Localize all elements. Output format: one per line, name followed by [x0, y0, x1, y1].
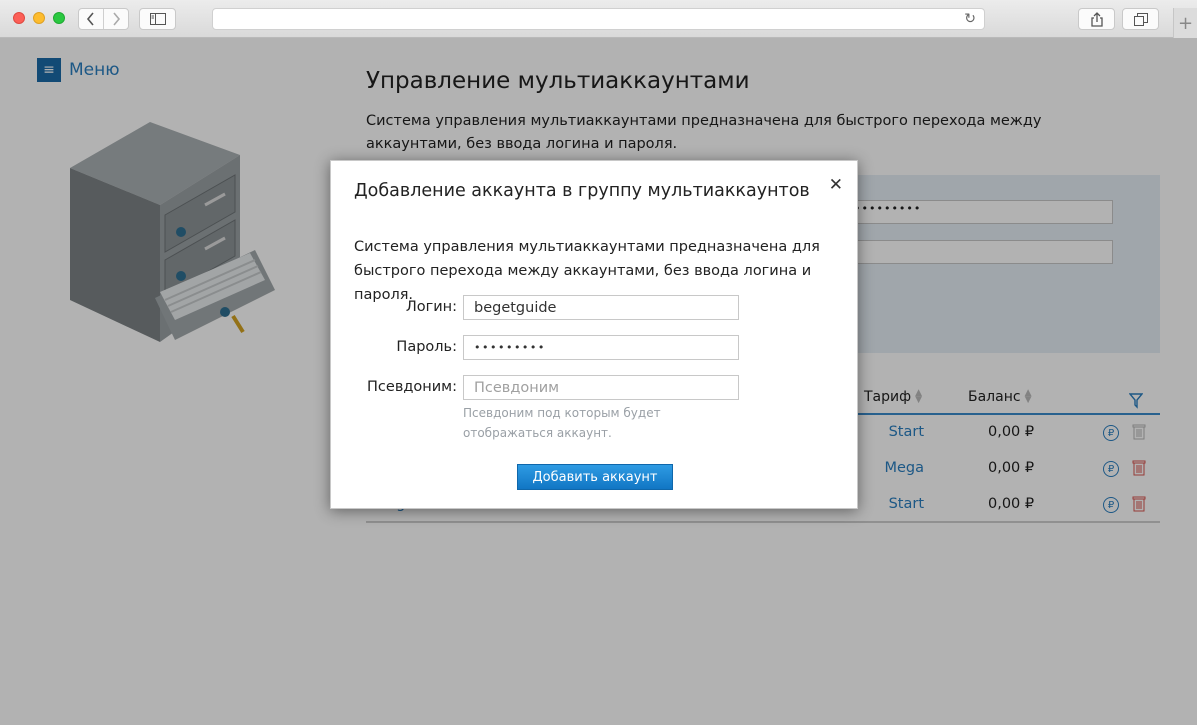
alias-label: Псевдоним: [367, 379, 457, 395]
share-icon [1090, 11, 1103, 27]
share-button[interactable] [1078, 8, 1115, 30]
browser-toolbar: ↻ + [0, 0, 1197, 38]
forward-button[interactable] [103, 9, 128, 29]
tabs-overview-button[interactable] [1122, 8, 1159, 30]
chevron-right-icon [113, 12, 121, 26]
tabs-icon [1133, 12, 1148, 26]
close-icon[interactable]: ✕ [829, 175, 843, 195]
chevron-left-icon [86, 12, 94, 26]
password-label: Пароль: [396, 339, 457, 355]
add-account-button[interactable]: Добавить аккаунт [517, 464, 673, 490]
new-tab-button[interactable]: + [1173, 8, 1197, 38]
sidebar-icon [149, 13, 166, 25]
close-window-button[interactable] [13, 12, 25, 24]
back-button[interactable] [79, 9, 103, 29]
minimize-window-button[interactable] [33, 12, 45, 24]
alias-hint: Псевдоним под которым будет отображаться… [463, 406, 661, 440]
alias-field[interactable] [463, 375, 739, 400]
login-field[interactable] [463, 295, 739, 320]
password-field[interactable] [463, 335, 739, 360]
add-account-modal: Добавление аккаунта в группу мультиаккау… [330, 160, 858, 509]
zoom-window-button[interactable] [53, 12, 65, 24]
modal-title: Добавление аккаунта в группу мультиаккау… [354, 181, 810, 201]
login-label: Логин: [405, 299, 457, 315]
nav-buttons [78, 8, 129, 30]
sidebar-toggle-button[interactable] [139, 8, 176, 30]
address-bar[interactable]: ↻ [212, 8, 985, 30]
reload-icon[interactable]: ↻ [964, 11, 976, 27]
